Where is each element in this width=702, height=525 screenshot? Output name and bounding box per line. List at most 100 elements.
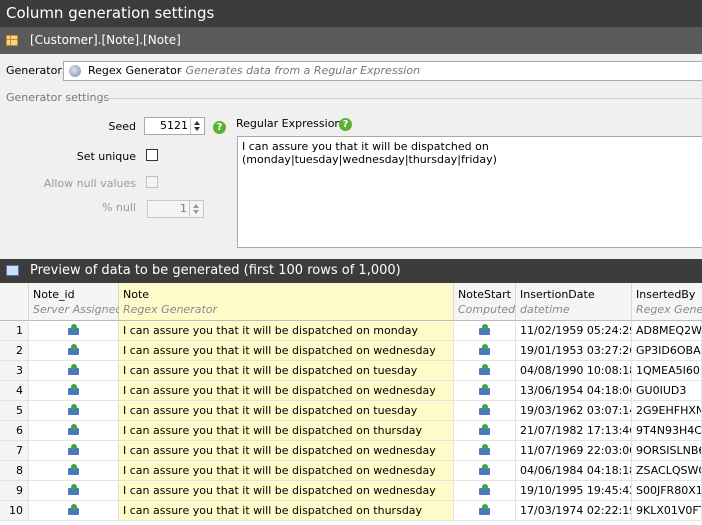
note-cell[interactable]: I can assure you that it will be dispatc… [119, 341, 454, 361]
note-start-cell[interactable] [454, 441, 516, 461]
generator-selector[interactable]: Regex Generator - Generates data from a … [63, 61, 702, 81]
inserted-by-cell[interactable]: 9KLX01V0FTZ [632, 501, 702, 521]
column-path-bar: [Customer].[Note].[Note] [0, 27, 702, 54]
server-assigned-icon [478, 344, 491, 356]
note-cell[interactable]: I can assure you that it will be dispatc… [119, 361, 454, 381]
row-number[interactable]: 8 [0, 461, 29, 481]
table-row[interactable]: 7 I can assure you that it will be dispat… [0, 441, 702, 461]
inserted-by-cell[interactable]: 1QMEA5I60EG [632, 361, 702, 381]
table-row[interactable]: 8 I can assure you that it will be dispat… [0, 461, 702, 481]
server-assigned-icon [67, 444, 80, 456]
row-number[interactable]: 4 [0, 381, 29, 401]
inserted-by-cell[interactable]: GP3ID6OBACE [632, 341, 702, 361]
percent-null-spin-arrows[interactable] [189, 201, 203, 217]
note-cell[interactable]: I can assure you that it will be dispatc… [119, 461, 454, 481]
insertion-date-cell[interactable]: 19/01/1953 03:27:26 [516, 341, 632, 361]
insertion-date-cell[interactable]: 11/02/1959 05:24:29 [516, 321, 632, 341]
row-number[interactable]: 3 [0, 361, 29, 381]
note-start-cell[interactable] [454, 461, 516, 481]
table-row[interactable]: 10 I can assure you that it will be dispa… [0, 501, 702, 521]
table-row[interactable]: 5 I can assure you that it will be dispat… [0, 401, 702, 421]
row-number[interactable]: 7 [0, 441, 29, 461]
row-number[interactable]: 2 [0, 341, 29, 361]
table-row[interactable]: 6 I can assure you that it will be dispat… [0, 421, 702, 441]
note-start-cell[interactable] [454, 501, 516, 521]
note-start-cell[interactable] [454, 481, 516, 501]
row-number[interactable]: 1 [0, 321, 29, 341]
inserted-by-cell[interactable]: S00JFR80X1T [632, 481, 702, 501]
percent-null-label: % null [101, 201, 136, 214]
column-header-inserted-by[interactable]: InsertedBy Regex Generator [632, 283, 702, 321]
window-title: Column generation settings [0, 0, 702, 27]
note-id-cell[interactable] [29, 421, 119, 441]
set-unique-label: Set unique [76, 150, 136, 163]
table-row[interactable]: 3 I can assure you that it will be dispat… [0, 361, 702, 381]
regex-input[interactable]: I can assure you that it will be dispatc… [237, 136, 702, 248]
note-id-cell[interactable] [29, 441, 119, 461]
note-cell[interactable]: I can assure you that it will be dispatc… [119, 501, 454, 521]
row-number[interactable]: 9 [0, 481, 29, 501]
insertion-date-cell[interactable]: 13/06/1954 04:18:06 [516, 381, 632, 401]
server-assigned-icon [67, 464, 80, 476]
insertion-date-cell[interactable]: 11/07/1969 22:03:00 [516, 441, 632, 461]
note-cell[interactable]: I can assure you that it will be dispatc… [119, 381, 454, 401]
insertion-date-cell[interactable]: 04/08/1990 10:08:18 [516, 361, 632, 381]
column-header-note-id[interactable]: Note_id Server Assigned [29, 283, 122, 321]
inserted-by-cell[interactable]: 9T4N93H4CQ [632, 421, 702, 441]
insertion-date-cell[interactable]: 19/10/1995 19:45:42 [516, 481, 632, 501]
inserted-by-cell[interactable]: AD8MEQ2WRAE [632, 321, 702, 341]
inserted-by-cell[interactable]: ZSACLQSWQ6 [632, 461, 702, 481]
inserted-by-cell[interactable]: 2G9EHFHXN9 [632, 401, 702, 421]
row-number[interactable]: 5 [0, 401, 29, 421]
note-start-cell[interactable] [454, 381, 516, 401]
note-id-cell[interactable] [29, 381, 119, 401]
row-number[interactable]: 10 [0, 501, 29, 521]
note-id-cell[interactable] [29, 361, 119, 381]
insertion-date-cell[interactable]: 19/03/1962 03:07:14 [516, 401, 632, 421]
seed-stepper[interactable]: 5121 [144, 117, 205, 135]
regex-help-icon[interactable]: ? [339, 118, 352, 131]
row-number[interactable]: 6 [0, 421, 29, 441]
allow-null-checkbox[interactable] [146, 176, 158, 188]
note-id-cell[interactable] [29, 401, 119, 421]
seed-spin-arrows[interactable] [190, 118, 204, 134]
table-row[interactable]: 4 I can assure you that it will be dispat… [0, 381, 702, 401]
note-start-cell[interactable] [454, 341, 516, 361]
note-start-cell[interactable] [454, 421, 516, 441]
note-cell[interactable]: I can assure you that it will be dispatc… [119, 421, 454, 441]
note-cell[interactable]: I can assure you that it will be dispatc… [119, 441, 454, 461]
preview-icon [6, 265, 19, 276]
note-cell[interactable]: I can assure you that it will be dispatc… [119, 401, 454, 421]
percent-null-stepper[interactable]: 1 [147, 200, 204, 218]
note-cell[interactable]: I can assure you that it will be dispatc… [119, 321, 454, 341]
column-header-note-start[interactable]: NoteStart Computed [454, 283, 516, 321]
generator-description: - Generates data from a Regular Expressi… [178, 64, 421, 77]
row-number-header [0, 283, 29, 321]
note-id-cell[interactable] [29, 501, 119, 521]
note-id-cell[interactable] [29, 321, 119, 341]
note-start-cell[interactable] [454, 361, 516, 381]
regex-label: Regular Expression: [236, 117, 346, 130]
group-divider [104, 98, 702, 99]
insertion-date-cell[interactable]: 17/03/1974 02:22:19 [516, 501, 632, 521]
note-start-cell[interactable] [454, 321, 516, 341]
inserted-by-cell[interactable]: GU0IUD3 [632, 381, 702, 401]
set-unique-checkbox[interactable] [146, 149, 158, 161]
table-row[interactable]: 1 I can assure you that it will be dispat… [0, 321, 702, 341]
column-header-note[interactable]: Note Regex Generator [119, 283, 454, 321]
table-row[interactable]: 2 I can assure you that it will be dispat… [0, 341, 702, 361]
help-icon[interactable]: ? [213, 121, 226, 134]
column-header-insertion-date[interactable]: InsertionDate datetime [516, 283, 632, 321]
allow-null-label: Allow null values [43, 177, 136, 190]
note-id-cell[interactable] [29, 341, 119, 361]
note-id-cell[interactable] [29, 461, 119, 481]
insertion-date-cell[interactable]: 04/06/1984 04:18:18 [516, 461, 632, 481]
table-row[interactable]: 9 I can assure you that it will be dispat… [0, 481, 702, 501]
insertion-date-cell[interactable]: 21/07/1982 17:13:46 [516, 421, 632, 441]
inserted-by-cell[interactable]: 9ORSISLNB65 [632, 441, 702, 461]
note-start-cell[interactable] [454, 401, 516, 421]
generator-icon [69, 65, 81, 77]
note-id-cell[interactable] [29, 481, 119, 501]
server-assigned-icon [478, 404, 491, 416]
note-cell[interactable]: I can assure you that it will be dispatc… [119, 481, 454, 501]
